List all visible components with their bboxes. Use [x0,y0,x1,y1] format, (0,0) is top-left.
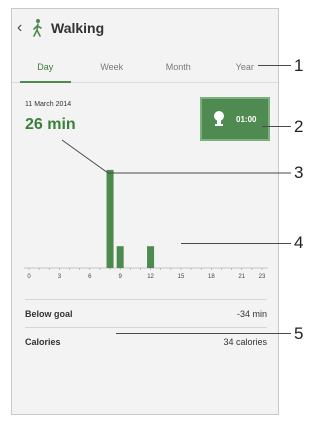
goal-button[interactable]: 01:00 [200,97,270,141]
x-tick-label: 21 [238,274,245,280]
callout-line [262,126,291,127]
divider [25,299,267,300]
app-bar: ‹ Walking [12,9,278,47]
below-goal-label: Below goal [25,309,73,319]
minutes-total: 26 min [25,116,76,133]
callout-number: 2 [294,117,304,136]
date-label: 11 March 2014 [25,101,72,108]
below-goal-value: -34 min [236,309,267,319]
callout-line [116,333,291,334]
x-tick-label: 0 [27,274,31,280]
callout-line [258,65,291,66]
x-tick-label: 18 [208,274,215,280]
x-tick-label: 23 [259,274,266,280]
callout-number: 4 [294,233,304,252]
calories-row: Calories 34 calories [25,337,267,347]
chart-bar[interactable] [147,246,155,268]
x-tick-label: 3 [58,274,62,280]
walking-person-icon [33,19,42,37]
divider [25,327,267,328]
page-title: Walking [51,20,105,36]
x-tick-label: 6 [88,274,92,280]
tab-day[interactable]: Day [12,54,79,83]
x-tick-label: 15 [178,274,185,280]
tab-week[interactable]: Week [79,54,146,82]
calories-label: Calories [25,337,61,347]
chart-bar[interactable] [116,246,124,268]
period-tabs: Day Week Month Year [12,54,278,83]
tab-month[interactable]: Month [145,54,212,82]
phone-screen: ‹ Walking Day Week Month Year 11 March 2… [11,8,279,415]
back-button[interactable]: ‹ [17,19,27,37]
x-tick-label: 12 [147,274,154,280]
chart-bar[interactable] [106,169,114,268]
callout-number: 3 [294,163,304,182]
callout-number: 5 [294,324,304,343]
calories-value: 34 calories [223,337,267,347]
x-tick-label: 9 [119,274,123,280]
callout-line [181,243,291,244]
below-goal-row: Below goal -34 min [25,309,267,319]
activity-bar-chart: 0 3 6 9 12 15 18 21 23 [24,169,268,280]
callout-number: 1 [294,56,304,75]
tab-year[interactable]: Year [212,54,279,82]
trophy-icon [214,111,224,126]
goal-time: 01:00 [236,114,257,124]
